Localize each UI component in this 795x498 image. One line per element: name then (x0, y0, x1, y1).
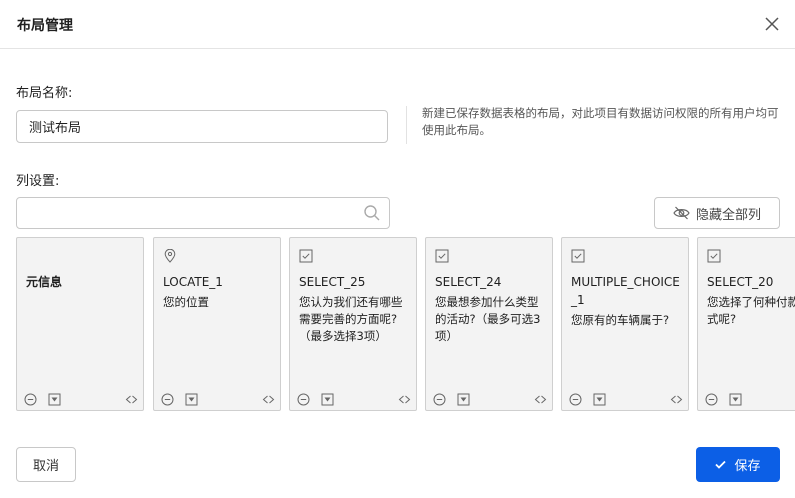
layout-hint-text: 新建已保存数据表格的布局，对此项目有数据访问权限的所有用户均可使用此布局。 (422, 106, 779, 137)
remove-circle-icon[interactable] (433, 393, 446, 406)
column-field-name: 元信息 (26, 275, 63, 289)
filter-icon[interactable] (185, 393, 198, 406)
column-question: 您原有的车辆属于? (571, 313, 670, 327)
close-icon[interactable] (762, 14, 782, 34)
filter-icon[interactable] (457, 393, 470, 406)
eye-slash-icon (673, 206, 690, 220)
column-card[interactable]: SELECT_25 您认为我们还有哪些需要完善的方面呢?（最多选择3项） (289, 237, 417, 411)
column-field-name: SELECT_24 (435, 275, 502, 289)
column-card[interactable]: 元信息 (16, 237, 144, 411)
column-search-input[interactable] (16, 197, 390, 229)
checkbox-icon (299, 249, 313, 263)
resize-icon[interactable] (670, 393, 683, 406)
column-question: 您的位置 (163, 295, 209, 309)
remove-circle-icon[interactable] (297, 393, 310, 406)
column-field-name: SELECT_25 (299, 275, 366, 289)
cancel-button[interactable]: 取消 (16, 447, 76, 482)
filter-icon[interactable] (593, 393, 606, 406)
column-question: 您认为我们还有哪些需要完善的方面呢?（最多选择3项） (299, 295, 403, 343)
column-card[interactable]: MULTIPLE_CHOICE_1 您原有的车辆属于? (561, 237, 689, 411)
filter-icon[interactable] (321, 393, 334, 406)
dialog-header: 布局管理 (0, 0, 795, 49)
remove-circle-icon[interactable] (24, 393, 37, 406)
checkbox-icon (707, 249, 721, 263)
resize-icon[interactable] (534, 393, 547, 406)
check-icon (715, 460, 727, 469)
save-button[interactable]: 保存 (696, 447, 780, 482)
column-field-name: LOCATE_1 (163, 275, 223, 289)
hide-all-label: 隐藏全部列 (695, 207, 761, 223)
column-question: 您最想参加什么类型的活动?（最多可选3项） (435, 295, 541, 343)
column-question: 您选择了何种付款方式呢? (707, 295, 795, 326)
search-icon[interactable] (363, 204, 381, 222)
dialog-title: 布局管理 (17, 18, 73, 34)
hide-all-columns-button[interactable]: 隐藏全部列 (654, 197, 780, 229)
checkbox-icon (435, 249, 449, 263)
column-card[interactable]: SELECT_20 您选择了何种付款方式呢? (697, 237, 795, 411)
filter-icon[interactable] (729, 393, 742, 406)
divider (406, 106, 407, 144)
column-card[interactable]: LOCATE_1 您的位置 (153, 237, 281, 411)
column-card[interactable]: SELECT_24 您最想参加什么类型的活动?（最多可选3项） (425, 237, 553, 411)
column-field-name: SELECT_20 (707, 275, 774, 289)
column-field-name: MULTIPLE_CHOICE_1 (571, 275, 680, 307)
save-label: 保存 (734, 459, 761, 474)
column-card-list: 元信息 LOCATE_1 您的位置 SELECT_25 您认为我们还有哪些需要完… (16, 237, 795, 413)
checkbox-icon (571, 249, 585, 263)
location-pin-icon (164, 249, 176, 263)
resize-icon[interactable] (262, 393, 275, 406)
resize-icon[interactable] (398, 393, 411, 406)
column-settings-label: 列设置: (16, 174, 60, 189)
remove-circle-icon[interactable] (569, 393, 582, 406)
remove-circle-icon[interactable] (161, 393, 174, 406)
layout-name-label: 布局名称: (16, 86, 73, 101)
filter-icon[interactable] (48, 393, 61, 406)
layout-name-input[interactable] (16, 110, 388, 143)
remove-circle-icon[interactable] (705, 393, 718, 406)
resize-icon[interactable] (125, 393, 138, 406)
